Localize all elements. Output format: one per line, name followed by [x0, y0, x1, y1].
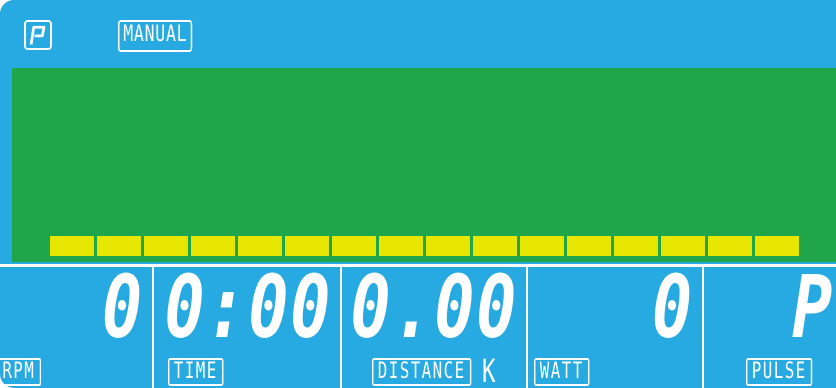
time-value: 0:00	[164, 258, 332, 358]
time-label: TIME	[168, 358, 224, 386]
profile-bar	[50, 236, 94, 256]
profile-bar	[332, 236, 376, 256]
profile-bar	[238, 236, 282, 256]
distance-label: DISTANCE	[372, 358, 472, 386]
metrics-panel: 0 RPM 0:00 TIME 0.00 DISTANCE K 0 WATT P…	[0, 263, 836, 388]
profile-bar	[708, 236, 752, 256]
distance-panel: 0.00 DISTANCE K	[342, 263, 526, 388]
program-p-glyph	[26, 22, 50, 48]
distance-unit: K	[482, 352, 496, 388]
program-p-icon	[24, 20, 52, 50]
profile-bar	[379, 236, 423, 256]
rpm-label: RPM	[0, 358, 42, 386]
distance-value: 0.00	[350, 258, 518, 358]
profile-bar	[473, 236, 517, 256]
rpm-panel: 0 RPM	[0, 263, 152, 388]
mode-label: MANUAL	[118, 20, 193, 52]
profile-bar	[285, 236, 329, 256]
header-bar: MANUAL	[0, 0, 836, 66]
profile-bar	[426, 236, 470, 256]
profile-bars	[50, 236, 799, 256]
console-display: MANUAL 0 RPM 0:00 TIME 0.00 DISTANCE K 0…	[0, 0, 836, 388]
watt-label: WATT	[534, 358, 590, 386]
rpm-value: 0	[102, 258, 144, 358]
watt-value: 0	[652, 258, 694, 358]
profile-bar	[614, 236, 658, 256]
profile-bar	[755, 236, 799, 256]
profile-bar	[661, 236, 705, 256]
watt-panel: 0 WATT	[528, 263, 702, 388]
pulse-label: PULSE	[746, 358, 813, 386]
profile-bar	[97, 236, 141, 256]
profile-bar	[144, 236, 188, 256]
time-panel: 0:00 TIME	[154, 263, 340, 388]
profile-bar	[191, 236, 235, 256]
pulse-value: P	[792, 258, 834, 358]
profile-bar	[520, 236, 564, 256]
profile-bar	[567, 236, 611, 256]
program-profile-display	[12, 68, 836, 262]
pulse-panel: P PULSE	[704, 263, 836, 388]
